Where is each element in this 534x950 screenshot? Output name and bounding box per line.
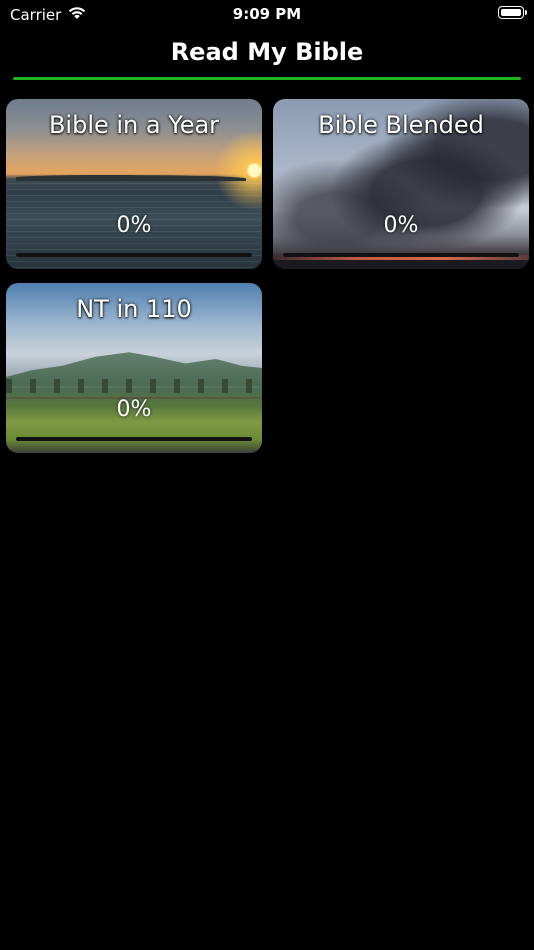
- battery-icon: [498, 6, 527, 19]
- plan-progress-bar: [283, 253, 519, 257]
- plan-title: Bible Blended: [318, 111, 484, 139]
- plan-title: Bible in a Year: [48, 111, 220, 139]
- plan-progress-bar: [16, 253, 252, 257]
- clock: 9:09 PM: [232, 5, 302, 23]
- plan-progress-label: 0%: [383, 213, 419, 238]
- plan-progress-bar: [16, 437, 252, 441]
- status-bar: Carrier 9:09 PM: [0, 0, 534, 30]
- plan-progress-label: 0%: [116, 397, 152, 422]
- title-underline: [13, 77, 521, 80]
- page-title: Read My Bible: [170, 38, 364, 66]
- plan-card-bible-in-a-year[interactable]: Bible in a Year 0%: [6, 99, 262, 269]
- plan-card-bible-blended[interactable]: Bible Blended 0%: [273, 99, 529, 269]
- plan-progress-label: 0%: [116, 213, 152, 238]
- plan-card-nt-in-110[interactable]: NT in 110 0%: [6, 283, 262, 453]
- plan-title: NT in 110: [76, 295, 192, 323]
